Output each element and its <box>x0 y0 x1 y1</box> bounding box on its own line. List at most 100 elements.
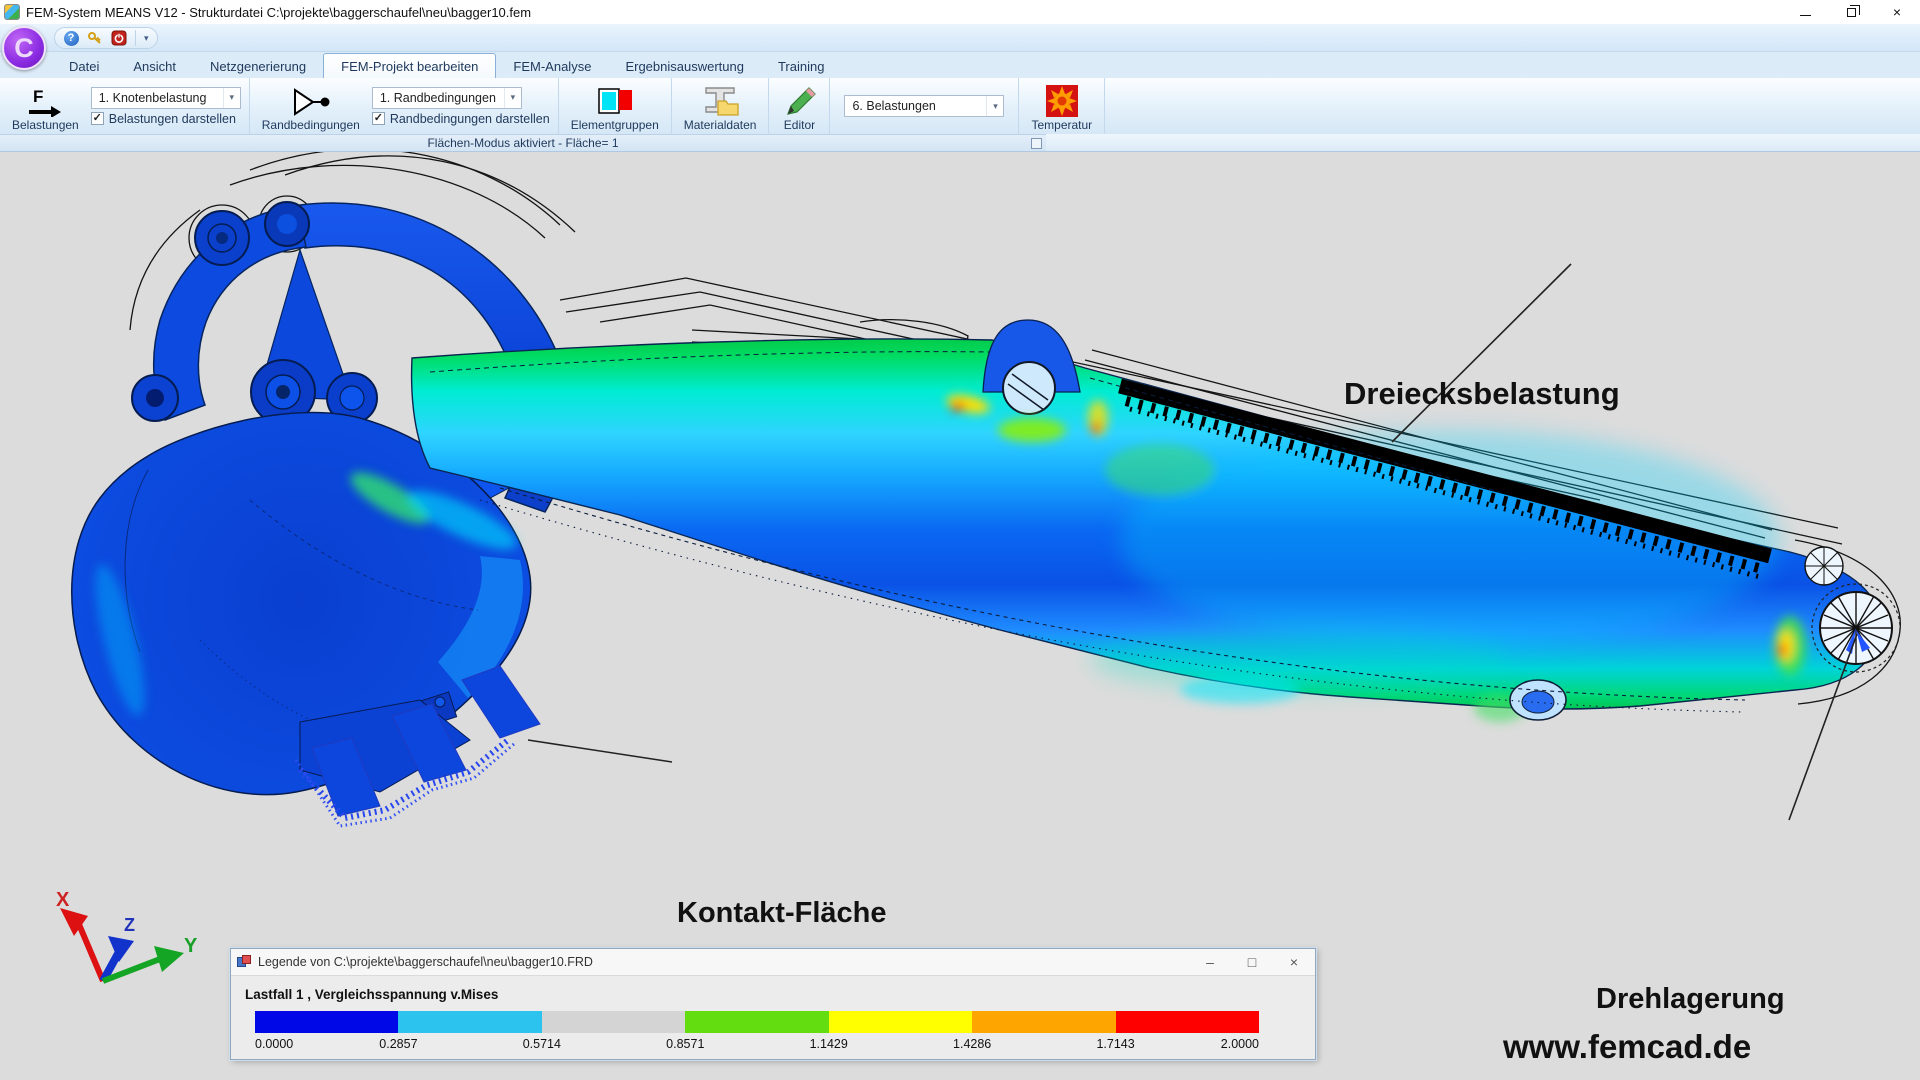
title-bar[interactable]: FEM-System MEANS V12 - Strukturdatei C:\… <box>0 0 1920 24</box>
application-window: FEM-System MEANS V12 - Strukturdatei C:\… <box>0 0 1920 1080</box>
boundary-condition-icon <box>289 87 333 117</box>
legend-color-segment <box>829 1011 972 1033</box>
force-icon: F <box>25 87 65 117</box>
materialdaten-button[interactable]: Materialdaten <box>680 80 761 132</box>
orb-letter: C <box>14 33 34 64</box>
legend-value: 1.4286 <box>953 1037 991 1051</box>
materialdaten-label: Materialdaten <box>684 118 757 132</box>
legend-color-segment <box>398 1011 541 1033</box>
legend-title-bar[interactable]: Legende von C:\projekte\baggerschaufel\n… <box>231 949 1315 976</box>
y-axis-label: Y <box>184 935 198 957</box>
legend-window-icon <box>237 955 252 969</box>
tab-ergebnisauswertung[interactable]: Ergebnisauswertung <box>608 54 761 78</box>
z-axis-label: Z <box>124 915 135 935</box>
element-groups-icon <box>595 85 635 117</box>
legend-values: 0.0000 0.2857 0.5714 0.8571 1.1429 1.4286 1.71… <box>255 1037 1259 1052</box>
legend-close-button[interactable]: × <box>1273 949 1315 975</box>
temperatur-label: Temperatur <box>1031 118 1092 132</box>
chevron-down-icon: ▾ <box>223 88 240 108</box>
checkbox-icon: ✓ <box>91 112 104 125</box>
randbedingungen-dropdown[interactable]: 1. Randbedingungen ▾ <box>372 87 522 109</box>
group-editor: Editor <box>769 78 830 134</box>
temperatur-button[interactable]: Temperatur <box>1027 80 1096 132</box>
belastungen-darstellen-checkbox[interactable]: ✓ Belastungen darstellen <box>91 112 241 126</box>
editor-button[interactable]: Editor <box>777 80 821 132</box>
group-randbedingungen: Randbedingungen 1. Randbedingungen ▾ ✓ R… <box>250 78 559 134</box>
legend-maximize-button[interactable]: □ <box>1231 949 1273 975</box>
divider <box>1046 151 1920 152</box>
legend-value: 2.0000 <box>1221 1037 1259 1051</box>
chevron-down-icon: ▾ <box>504 88 521 108</box>
3d-viewport[interactable]: X Z Y Dreiecksbelastung Kontakt-Fläche D… <box>0 152 1920 1080</box>
group-temperatur: Temperatur <box>1018 78 1105 134</box>
exit-button[interactable] <box>111 30 127 46</box>
close-button[interactable]: × <box>1874 0 1920 24</box>
temperature-sun-icon <box>1044 85 1080 117</box>
belastungen-button[interactable]: F Belastungen <box>8 80 83 132</box>
legend-minimize-button[interactable]: – <box>1189 949 1231 975</box>
editor-label: Editor <box>784 118 815 132</box>
legend-window-title: Legende von C:\projekte\baggerschaufel\n… <box>258 955 593 969</box>
legend-value: 0.8571 <box>666 1037 704 1051</box>
restore-icon <box>1847 8 1856 17</box>
legend-value: 0.2857 <box>379 1037 417 1051</box>
tab-datei[interactable]: Datei <box>52 54 116 78</box>
legend-color-segment <box>685 1011 828 1033</box>
checkbox-icon: ✓ <box>372 112 385 125</box>
ribbon-tabs: DateiAnsichtNetzgenerierungFEM-Projekt b… <box>0 52 1920 78</box>
help-button[interactable]: ? <box>63 30 79 46</box>
elementgruppen-label: Elementgruppen <box>571 118 659 132</box>
knotenbelastung-dropdown[interactable]: 1. Knotenbelastung ▾ <box>91 87 241 109</box>
legend-value: 0.5714 <box>523 1037 561 1051</box>
annotation-pivot-bearing: Drehlagerung <box>1596 983 1785 1016</box>
legend-value: 0.0000 <box>255 1037 293 1051</box>
group-lastfall: 6. Belastungen ▾ <box>830 78 1018 134</box>
annotation-contact-surface: Kontakt-Fläche <box>677 897 886 930</box>
app-icon <box>4 4 20 20</box>
legend-color-segment <box>542 1011 685 1033</box>
pencil-icon <box>781 85 817 117</box>
window-title: FEM-System MEANS V12 - Strukturdatei C:\… <box>26 5 531 20</box>
legend-value: 1.7143 <box>1096 1037 1134 1051</box>
fem-model-canvas: X Z Y <box>0 152 1920 1080</box>
tab-fem-projekt-bearbeiten[interactable]: FEM-Projekt bearbeiten <box>323 53 496 78</box>
randbedingungen-label: Randbedingungen <box>262 118 360 132</box>
group-elementgruppen: Elementgruppen <box>559 78 672 134</box>
dialog-launcher-icon[interactable] <box>1031 138 1042 149</box>
application-menu-button[interactable]: C <box>2 26 46 70</box>
elementgruppen-button[interactable]: Elementgruppen <box>567 80 663 132</box>
legend-caption: Lastfall 1 , Vergleichsspannung v.Mises <box>245 987 498 1002</box>
annotation-triangular-load: Dreiecksbelastung <box>1344 376 1620 412</box>
key-icon <box>87 30 103 46</box>
ribbon-fill <box>1046 134 1920 151</box>
belastungen-lastfall-dropdown[interactable]: 6. Belastungen ▾ <box>844 95 1004 117</box>
legend-color-segment <box>972 1011 1115 1033</box>
power-icon <box>111 30 127 46</box>
help-icon: ? <box>64 31 79 46</box>
randbedingungen-darstellen-checkbox[interactable]: ✓ Randbedingungen darstellen <box>372 112 550 126</box>
lug-hole <box>1003 362 1055 414</box>
tab-training[interactable]: Training <box>761 54 841 78</box>
material-data-icon <box>700 85 740 117</box>
ribbon-status-strip: Flächen-Modus aktiviert - Fläche= 1 <box>0 134 1046 152</box>
coordinate-triad: X Z Y <box>56 889 198 981</box>
belastungen-label: Belastungen <box>12 118 79 132</box>
quick-access-bar: ? ▾ <box>0 24 1920 52</box>
divider <box>135 30 136 46</box>
tab-netzgenerierung[interactable]: Netzgenerierung <box>193 54 323 78</box>
ribbon: F Belastungen 1. Knotenbelastung ▾ ✓ Bel… <box>0 77 1920 134</box>
license-key-button[interactable] <box>87 30 103 46</box>
quick-access-dropdown[interactable]: ▾ <box>144 33 149 44</box>
legend-colorbar <box>255 1011 1259 1033</box>
tab-fem-analyse[interactable]: FEM-Analyse <box>496 54 608 78</box>
minimize-button[interactable] <box>1782 0 1828 24</box>
svg-text:F: F <box>33 87 43 106</box>
tab-ansicht[interactable]: Ansicht <box>116 54 193 78</box>
y-axis-arrow <box>154 946 184 972</box>
randbedingungen-button[interactable]: Randbedingungen <box>258 80 364 132</box>
arm-bottom-hole <box>1510 680 1566 720</box>
minimize-icon <box>1800 15 1811 16</box>
restore-button[interactable] <box>1828 0 1874 24</box>
group-materialdaten: Materialdaten <box>672 78 770 134</box>
legend-value: 1.1429 <box>810 1037 848 1051</box>
